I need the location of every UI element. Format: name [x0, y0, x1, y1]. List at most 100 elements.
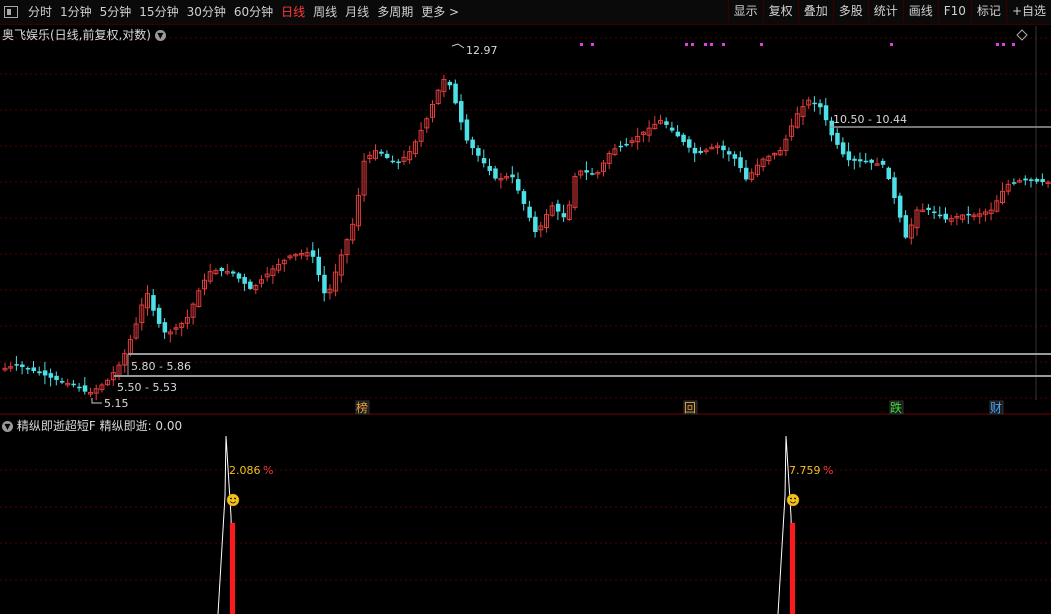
- candle-down: [687, 139, 692, 148]
- candle-down: [71, 383, 76, 386]
- candle-down: [823, 105, 829, 121]
- candle-down: [937, 214, 943, 217]
- candle-down: [236, 273, 242, 279]
- event-badge-label: 跌: [890, 400, 902, 415]
- candle-down: [863, 160, 869, 163]
- candle-down: [584, 170, 589, 173]
- candle-down: [459, 101, 464, 123]
- candle-down: [476, 148, 481, 156]
- candle-down: [692, 147, 698, 154]
- event-badge-label: 榜: [356, 400, 368, 415]
- candle-down: [20, 364, 25, 368]
- candle-down: [726, 151, 732, 155]
- candle-down: [151, 295, 156, 311]
- candle-down: [384, 153, 390, 158]
- candle-down: [966, 213, 971, 216]
- candle-down: [932, 211, 937, 214]
- candle-down: [453, 83, 458, 104]
- chevron-down-icon[interactable]: ▼: [154, 30, 166, 41]
- candle-down: [818, 103, 823, 108]
- signal-marker: [1002, 43, 1005, 46]
- candle-down: [162, 322, 168, 333]
- signal-marker: [580, 43, 583, 46]
- smiley-eye: [234, 497, 236, 500]
- candle-down: [835, 132, 840, 145]
- candle-down: [618, 145, 624, 148]
- indicator-name[interactable]: 精纵即逝超短F: [17, 419, 96, 433]
- candle-down: [926, 207, 931, 210]
- candle-down: [555, 203, 561, 212]
- high-pointer: [451, 43, 465, 49]
- candle-down: [533, 216, 538, 232]
- indicator-title-bar: ▼ 精纵即逝超短F 精纵即逝: 0.00: [2, 417, 182, 434]
- candle-down: [310, 250, 316, 257]
- signal-unit-label: %: [823, 464, 833, 477]
- candle-down: [396, 161, 401, 164]
- candle-down: [82, 385, 88, 392]
- candle-down: [721, 145, 726, 151]
- candle-down: [379, 151, 384, 154]
- candle-down: [481, 158, 487, 164]
- signal-bar: [790, 523, 795, 614]
- candle-down: [25, 367, 31, 370]
- candle-down: [322, 274, 327, 294]
- signal-marker: [704, 43, 707, 46]
- candle-down: [60, 381, 65, 383]
- range-label-upper: 5.80 - 5.86: [131, 360, 191, 373]
- candle-down: [248, 281, 253, 289]
- candle-down: [1034, 179, 1040, 182]
- event-badge-label: 财: [990, 401, 1002, 415]
- candle-down: [669, 127, 675, 131]
- range-label-lower: 5.50 - 5.53: [117, 381, 177, 394]
- kline-chart[interactable]: 5.80 - 5.86 5.50 - 5.53 10.50 - 10.44 12.97…: [0, 0, 1051, 614]
- chevron-down-icon[interactable]: ▼: [2, 421, 13, 432]
- candle-down: [858, 159, 863, 162]
- candle-down: [316, 256, 321, 276]
- smiley-eye: [794, 497, 796, 500]
- candle-down: [231, 271, 236, 274]
- candle-down: [156, 307, 162, 324]
- candle-down: [1023, 178, 1028, 181]
- candle-down: [846, 151, 852, 161]
- candle-down: [675, 131, 681, 137]
- signal-value-label: 7.759: [789, 464, 821, 477]
- signal-marker: [890, 43, 893, 46]
- candle-down: [1040, 179, 1045, 182]
- candle-down: [561, 213, 567, 218]
- range-label-high: 10.50 - 10.44: [833, 113, 907, 126]
- high-price-label: 12.97: [466, 44, 498, 57]
- candle-down: [812, 102, 817, 105]
- signal-marker: [722, 43, 725, 46]
- candle-down: [698, 150, 703, 153]
- candle-down: [493, 168, 498, 179]
- candle-down: [487, 166, 492, 171]
- candle-down: [897, 195, 903, 218]
- candle-down: [664, 121, 669, 125]
- candle-down: [869, 159, 874, 163]
- candle-down: [510, 174, 515, 178]
- signal-bar: [230, 523, 235, 614]
- smiley-face-icon: [786, 493, 800, 507]
- smiley-eye: [790, 497, 792, 500]
- stock-title: 奥飞娱乐(日线,前复权,对数): [2, 28, 151, 42]
- smiley-face-icon: [226, 493, 240, 507]
- candle-down: [77, 386, 82, 389]
- candle-down: [54, 375, 59, 380]
- candle-down: [903, 215, 909, 238]
- candle-down: [886, 167, 891, 179]
- candle-down: [527, 206, 532, 218]
- candle-down: [892, 177, 897, 198]
- low-pointer: [91, 398, 102, 404]
- candle-down: [42, 370, 48, 376]
- candle-down: [624, 143, 629, 146]
- candle-down: [880, 160, 886, 165]
- candle-down: [31, 367, 36, 372]
- candle-down: [37, 371, 42, 374]
- candle-down: [1011, 182, 1017, 184]
- signal-unit-label: %: [263, 464, 273, 477]
- signal-value-label: 2.086: [229, 464, 261, 477]
- signal-marker: [591, 43, 594, 46]
- candle-down: [242, 277, 247, 284]
- candle-down: [590, 173, 595, 175]
- candle-down: [470, 139, 475, 149]
